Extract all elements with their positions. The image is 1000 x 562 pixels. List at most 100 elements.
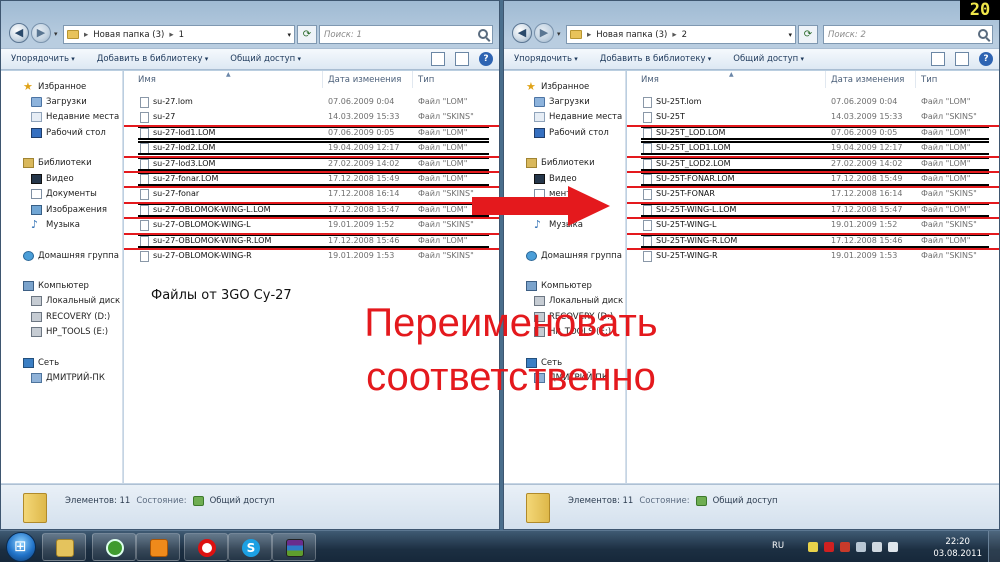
taskbar-explorer-button[interactable] xyxy=(42,533,86,561)
add-to-library-button[interactable]: Добавить в библиотеку xyxy=(97,54,208,64)
view-options-icon[interactable] xyxy=(931,52,945,66)
tray-app-icon[interactable] xyxy=(840,542,850,552)
breadcrumb-separator-icon[interactable]: ▸ xyxy=(169,30,173,40)
chevron-down-icon[interactable]: ▾ xyxy=(788,31,795,39)
taskbar-media-player-button[interactable] xyxy=(136,533,180,561)
column-date[interactable]: Дата изменения xyxy=(328,75,401,85)
taskbar-winrar-button[interactable] xyxy=(272,533,316,561)
forward-button[interactable]: ▶ xyxy=(31,23,51,43)
search-input[interactable]: Поиск: 1 xyxy=(319,25,493,44)
breadcrumb-separator-icon[interactable]: ▸ xyxy=(84,30,88,40)
file-row[interactable]: su-27-fonar 17.12.2008 16:14 Файл "SKINS" xyxy=(124,187,499,202)
breadcrumb-item[interactable]: Новая папка (3) xyxy=(596,30,667,40)
recent-pages-dropdown[interactable]: ▾ xyxy=(54,30,58,38)
organize-button[interactable]: Упорядочить xyxy=(11,54,75,64)
breadcrumb-item[interactable]: 2 xyxy=(682,30,687,40)
tray-app-icon[interactable] xyxy=(824,542,834,552)
back-button[interactable]: ◀ xyxy=(9,23,29,43)
column-type[interactable]: Тип xyxy=(418,75,434,85)
nav-computer[interactable]: Компьютер xyxy=(526,279,592,292)
nav-recovery[interactable]: RECOVERY (D:) xyxy=(31,310,110,323)
nav-music[interactable]: ♪ Музыка xyxy=(31,218,80,231)
forward-button[interactable]: ▶ xyxy=(534,23,554,43)
address-bar[interactable]: ▸ Новая папка (3) ▸ 1 ▾ xyxy=(63,25,295,44)
file-row[interactable]: su-27.lom 07.06.2009 0:04 Файл "LOM" xyxy=(124,95,499,110)
nav-recent-places[interactable]: Недавние места xyxy=(534,110,622,123)
nav-documents[interactable]: Документы xyxy=(31,187,97,200)
show-desktop-button[interactable] xyxy=(988,531,1000,562)
file-row[interactable]: SU-25T-WING-L.LOM 17.12.2008 15:47 Файл "L… xyxy=(627,203,999,218)
column-name[interactable]: Имя xyxy=(641,75,659,85)
file-row[interactable]: SU-25T.lom 07.06.2009 0:04 Файл "LOM" xyxy=(627,95,999,110)
nav-recent-places[interactable]: Недавние места xyxy=(31,110,119,123)
search-icon[interactable] xyxy=(478,29,488,39)
file-row[interactable]: SU-25T-FONAR.LOM 17.12.2008 15:49 Файл "LO… xyxy=(627,172,999,187)
file-row[interactable]: SU-25T-WING-R 19.01.2009 1:53 Файл "SKINS" xyxy=(627,249,999,264)
preview-pane-icon[interactable] xyxy=(955,52,969,66)
column-divider[interactable] xyxy=(322,71,323,88)
column-date[interactable]: Дата изменения xyxy=(831,75,904,85)
nav-libraries[interactable]: Библиотеки xyxy=(23,156,92,169)
breadcrumb-separator-icon[interactable]: ▸ xyxy=(587,30,591,40)
tray-flag-icon[interactable] xyxy=(856,542,866,552)
tray-app-icon[interactable] xyxy=(808,542,818,552)
add-to-library-button[interactable]: Добавить в библиотеку xyxy=(600,54,711,64)
nav-videos[interactable]: Видео xyxy=(534,172,577,185)
breadcrumb-separator-icon[interactable]: ▸ xyxy=(672,30,676,40)
nav-favorites[interactable]: ★ Избранное xyxy=(526,80,589,93)
nav-desktop[interactable]: Рабочий стол xyxy=(534,126,609,139)
nav-hp-tools[interactable]: HP_TOOLS (E:) xyxy=(31,325,108,338)
file-row[interactable]: SU-25T-WING-R.LOM 17.12.2008 15:46 Файл "L… xyxy=(627,234,999,249)
search-icon[interactable] xyxy=(978,29,988,39)
file-row[interactable]: su-27-OBLOMOK-WING-R.LOM 17.12.2008 15:46… xyxy=(124,234,499,249)
file-row[interactable]: SU-25T_LOD1.LOM 19.04.2009 12:17 Файл "LOM… xyxy=(627,141,999,156)
file-row[interactable]: su-27-OBLOMOK-WING-L.LOM 17.12.2008 15:47… xyxy=(124,203,499,218)
help-icon[interactable]: ? xyxy=(479,52,493,66)
tray-volume-icon[interactable] xyxy=(888,542,898,552)
back-button[interactable]: ◀ xyxy=(512,23,532,43)
nav-libraries[interactable]: Библиотеки xyxy=(526,156,595,169)
nav-local-disk[interactable]: Локальный диск (C xyxy=(31,294,122,307)
nav-homegroup[interactable]: Домашняя группа xyxy=(23,249,119,262)
nav-computer[interactable]: Компьютер xyxy=(23,279,89,292)
nav-network[interactable]: Сеть xyxy=(23,356,59,369)
file-row[interactable]: su-27-fonar.LOM 17.12.2008 15:49 Файл "LOM… xyxy=(124,172,499,187)
share-button[interactable]: Общий доступ xyxy=(230,54,301,64)
nav-downloads[interactable]: Загрузки xyxy=(31,95,87,108)
address-bar[interactable]: ▸ Новая папка (3) ▸ 2 ▾ xyxy=(566,25,796,44)
file-row[interactable]: su-27-lod2.LOM 19.04.2009 12:17 Файл "LOM" xyxy=(124,141,499,156)
nav-homegroup[interactable]: Домашняя группа xyxy=(526,249,622,262)
column-divider[interactable] xyxy=(915,71,916,88)
tray-network-icon[interactable] xyxy=(872,542,882,552)
breadcrumb-item[interactable]: Новая папка (3) xyxy=(93,30,164,40)
file-row[interactable]: su-27-OBLOMOK-WING-R 19.01.2009 1:53 Файл … xyxy=(124,249,499,264)
nav-pictures[interactable]: Изображения xyxy=(31,203,107,216)
file-row[interactable]: SU-25T-WING-L 19.01.2009 1:52 Файл "SKINS" xyxy=(627,218,999,233)
nav-network-pc[interactable]: ДМИТРИЙ-ПК xyxy=(31,371,105,384)
nav-desktop[interactable]: Рабочий стол xyxy=(31,126,106,139)
taskbar-utorrent-button[interactable] xyxy=(92,533,136,561)
recent-pages-dropdown[interactable]: ▾ xyxy=(557,30,561,38)
column-divider[interactable] xyxy=(412,71,413,88)
view-options-icon[interactable] xyxy=(431,52,445,66)
search-input[interactable]: Поиск: 2 xyxy=(823,25,993,44)
file-row[interactable]: SU-25T_LOD2.LOM 27.02.2009 14:02 Файл "LOM… xyxy=(627,157,999,172)
help-icon[interactable]: ? xyxy=(979,52,993,66)
column-name[interactable]: Имя xyxy=(138,75,156,85)
file-row[interactable]: SU-25T-FONAR 17.12.2008 16:14 Файл "SKINS" xyxy=(627,187,999,202)
refresh-button[interactable]: ⟳ xyxy=(297,25,317,44)
tray-clock[interactable]: 22:20 03.08.2011 xyxy=(933,536,982,560)
taskbar-opera-button[interactable] xyxy=(184,533,228,561)
breadcrumb-item[interactable]: 1 xyxy=(179,30,184,40)
file-row[interactable]: su-27-OBLOMOK-WING-L 19.01.2009 1:52 Файл … xyxy=(124,218,499,233)
file-row[interactable]: su-27-lod1.LOM 07.06.2009 0:05 Файл "LOM" xyxy=(124,126,499,141)
file-row[interactable]: SU-25T_LOD.LOM 07.06.2009 0:05 Файл "LOM" xyxy=(627,126,999,141)
column-type[interactable]: Тип xyxy=(921,75,937,85)
share-button[interactable]: Общий доступ xyxy=(733,54,804,64)
organize-button[interactable]: Упорядочить xyxy=(514,54,578,64)
refresh-button[interactable]: ⟳ xyxy=(798,25,818,44)
nav-downloads[interactable]: Загрузки xyxy=(534,95,590,108)
file-row[interactable]: SU-25T 14.03.2009 15:33 Файл "SKINS" xyxy=(627,110,999,125)
file-row[interactable]: su-27 14.03.2009 15:33 Файл "SKINS" xyxy=(124,110,499,125)
start-button[interactable] xyxy=(6,532,36,562)
